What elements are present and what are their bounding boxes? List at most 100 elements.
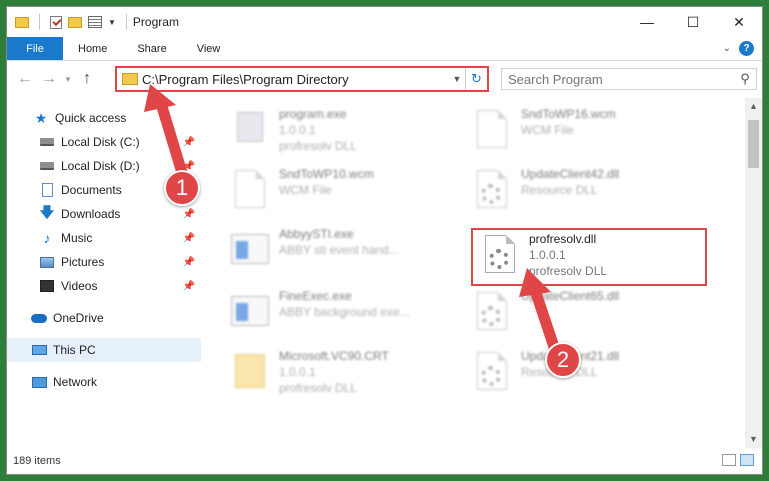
sidebar-item-label: Downloads <box>61 207 121 221</box>
sidebar-item-label: Videos <box>61 279 98 293</box>
pin-icon[interactable]: 📌 <box>183 209 195 220</box>
address-dropdown-icon[interactable]: ▼ <box>449 74 465 84</box>
details-view-icon[interactable] <box>722 454 736 466</box>
expand-ribbon-chevron-icon[interactable]: ⌄ <box>723 43 731 54</box>
videos-icon <box>39 279 55 293</box>
application-window-icon <box>229 226 271 274</box>
scroll-thumb[interactable] <box>748 120 759 168</box>
dll-gear-icon <box>471 348 513 396</box>
file-type: WCM File <box>521 123 574 137</box>
navigation-pane: ★ Quick access Local Disk (C:) 📌 Local D… <box>7 98 201 448</box>
search-box[interactable]: ⚲ <box>501 68 757 90</box>
ribbon-tabs: File Home Share View ⌄ ? <box>7 37 762 61</box>
new-folder-icon[interactable] <box>68 16 82 28</box>
document-file-icon <box>471 106 513 154</box>
file-name: SndToWP16.wcm <box>521 107 616 121</box>
sidebar-item-music[interactable]: ♪ Music 📌 <box>7 226 201 250</box>
file-name: FineExec.exe <box>279 289 352 303</box>
sidebar-item-videos[interactable]: Videos 📌 <box>7 274 201 298</box>
file-version: 1.0.0.1 <box>279 123 316 137</box>
scroll-down-icon[interactable]: ▼ <box>745 431 762 448</box>
dll-gear-icon <box>471 288 513 336</box>
pin-icon[interactable]: 📌 <box>183 281 195 292</box>
refresh-icon[interactable]: ↻ <box>465 68 487 90</box>
file-description: profresolv DLL <box>279 139 358 153</box>
sidebar-item-label: Documents <box>61 183 122 197</box>
vertical-scrollbar[interactable]: ▲ ▼ <box>745 98 762 448</box>
file-name: UpdateClient42.dll <box>521 167 620 181</box>
scroll-up-icon[interactable]: ▲ <box>745 98 762 115</box>
sidebar-item-this-pc[interactable]: This PC <box>7 338 201 362</box>
forward-arrow-icon[interactable]: → <box>37 70 61 88</box>
file-name: program.exe <box>279 107 347 121</box>
exe-file-icon <box>229 106 271 154</box>
sidebar-item-downloads[interactable]: 🡇 Downloads 📌 <box>7 202 201 226</box>
file-item[interactable]: UpdateClient42.dll Resource DLL <box>471 166 619 214</box>
back-arrow-icon[interactable]: ← <box>13 70 37 88</box>
folder-icon <box>15 16 29 28</box>
file-type: WCM File <box>279 183 332 197</box>
help-icon[interactable]: ? <box>739 41 754 56</box>
maximize-icon[interactable]: ☐ <box>670 7 716 37</box>
sidebar-item-label: This PC <box>53 343 96 357</box>
file-item[interactable]: UpdateClient65.dll <box>471 288 619 336</box>
address-bar[interactable]: C:\Program Files\Program Directory ▼ ↻ <box>115 66 489 92</box>
folder-icon <box>122 73 138 85</box>
minimize-icon[interactable]: — <box>624 7 670 37</box>
file-version: 1.0.0.1 <box>279 365 316 379</box>
sidebar-item-label: OneDrive <box>53 311 104 325</box>
file-list: program.exe 1.0.0.1 profresolv DLL SndTo… <box>201 98 762 448</box>
file-item[interactable]: Microsoft.VC90.CRT 1.0.0.1 profresolv DL… <box>229 348 389 396</box>
file-description: profresolv DLL <box>279 381 358 395</box>
pin-icon[interactable]: 📌 <box>183 257 195 268</box>
address-path[interactable]: C:\Program Files\Program Directory <box>142 72 449 87</box>
sidebar-item-label: Local Disk (D:) <box>61 159 140 173</box>
customize-toolbar-dropdown-icon[interactable]: ▼ <box>108 18 116 27</box>
properties-checkbox-icon[interactable] <box>50 15 62 29</box>
window-title: Program <box>132 15 179 29</box>
tiles-view-icon[interactable] <box>740 454 754 466</box>
sidebar-item-onedrive[interactable]: OneDrive <box>7 306 201 330</box>
sidebar-item-label: Local Disk (C:) <box>61 135 140 149</box>
folder-icon <box>229 348 271 396</box>
search-icon[interactable]: ⚲ <box>734 71 756 87</box>
tab-share[interactable]: Share <box>122 37 181 60</box>
recent-locations-dropdown-icon[interactable]: ▼ <box>61 75 75 84</box>
tab-file[interactable]: File <box>7 37 63 60</box>
music-icon: ♪ <box>43 230 51 246</box>
close-icon[interactable]: ✕ <box>716 7 762 37</box>
file-item[interactable]: FineExec.exe ABBY background exe... <box>229 288 410 336</box>
network-icon <box>31 375 47 389</box>
file-item[interactable]: SndToWP10.wcm WCM File <box>229 166 374 214</box>
sidebar-item-local-disk-c[interactable]: Local Disk (C:) 📌 <box>7 130 201 154</box>
downloads-icon: 🡇 <box>39 204 55 220</box>
divider <box>39 14 40 30</box>
view-properties-icon[interactable] <box>88 16 102 28</box>
title-bar: ▼ Program — ☐ ✕ <box>7 7 762 37</box>
sidebar-item-network[interactable]: Network <box>7 370 201 394</box>
pin-icon[interactable]: 📌 <box>183 137 195 148</box>
sidebar-item-label: Music <box>61 231 93 245</box>
file-item[interactable]: program.exe 1.0.0.1 profresolv DLL <box>229 106 357 154</box>
sidebar-item-pictures[interactable]: Pictures 📌 <box>7 250 201 274</box>
step-1-badge: 1 <box>164 170 200 206</box>
tab-view[interactable]: View <box>182 37 236 60</box>
up-arrow-icon[interactable]: ↑ <box>75 70 99 88</box>
explorer-window: ▼ Program — ☐ ✕ File Home Share View ⌄ ?… <box>6 6 763 475</box>
sidebar-item-label: Pictures <box>61 255 105 269</box>
file-description: ABBY background exe... <box>279 305 410 319</box>
document-file-icon <box>229 166 271 214</box>
divider <box>125 14 127 30</box>
pin-icon[interactable]: 📌 <box>183 233 195 244</box>
star-icon: ★ <box>34 109 48 126</box>
items-count: 189 items <box>13 455 61 467</box>
navigation-bar: ← → ▼ ↑ C:\Program Files\Program Directo… <box>7 61 762 97</box>
pictures-icon <box>39 255 55 269</box>
file-name: AbbyySTI.exe <box>279 227 354 241</box>
search-input[interactable] <box>508 71 734 87</box>
tab-home[interactable]: Home <box>63 37 122 60</box>
local-disk-icon <box>39 135 55 149</box>
file-item[interactable]: SndToWP16.wcm WCM File <box>471 106 616 154</box>
file-item[interactable]: AbbyySTI.exe ABBY sti event hand... <box>229 226 399 274</box>
sidebar-item-quick-access[interactable]: ★ Quick access <box>7 106 201 130</box>
